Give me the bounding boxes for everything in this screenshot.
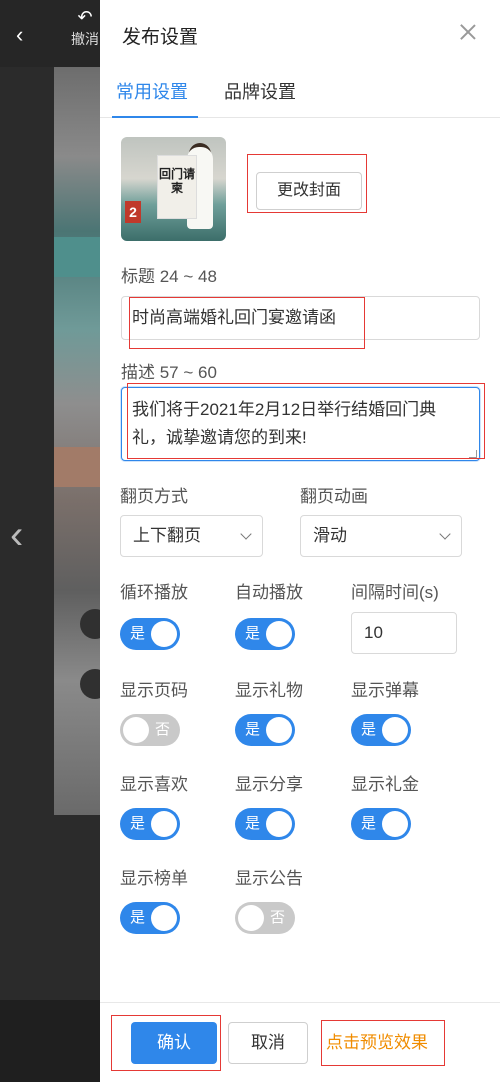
cash-gift-label: 显示礼金 (351, 775, 419, 794)
danmaku-toggle[interactable]: 是 (351, 714, 411, 746)
desc-field-label: 描述 57 ~ 60 (121, 363, 217, 382)
notice-label: 显示公告 (235, 869, 303, 888)
publish-settings-panel: 发布设置 常用设置 品牌设置 回门请柬 2 更改封面 标题 24 ~ 48 时尚… (100, 0, 500, 1082)
page-mode-label: 翻页方式 (120, 487, 188, 506)
gift-toggle[interactable]: 是 (235, 714, 295, 746)
interval-input[interactable]: 10 (351, 612, 457, 654)
close-icon[interactable] (456, 20, 480, 44)
confirm-button[interactable]: 确认 (131, 1022, 217, 1064)
share-label: 显示分享 (235, 775, 303, 794)
page-mode-value: 上下翻页 (133, 526, 201, 545)
ranking-label: 显示榜单 (120, 869, 188, 888)
page-anim-select[interactable]: 滑动 (300, 515, 462, 557)
editor-bottom-bar (0, 1000, 100, 1082)
cancel-button[interactable]: 取消 (228, 1022, 308, 1064)
cover-thumbnail-text: 回门请柬 (159, 167, 196, 195)
editor-canvas-preview (54, 67, 110, 815)
page-anim-label: 翻页动画 (300, 487, 368, 506)
active-tab-indicator (112, 116, 198, 118)
cash-gift-toggle[interactable]: 是 (351, 808, 411, 840)
description-text: 我们将于2021年2月12日举行结婚回门典礼，诚挚邀请您的到来! (132, 400, 437, 447)
title-input[interactable]: 时尚高端婚礼回门宴邀请函 (121, 296, 480, 340)
settings-tabs: 常用设置 品牌设置 (100, 66, 500, 118)
page-mode-select[interactable]: 上下翻页 (120, 515, 263, 557)
tab-common-settings[interactable]: 常用设置 (116, 78, 188, 104)
change-cover-button[interactable]: 更改封面 (256, 172, 362, 210)
cover-thumbnail: 回门请柬 2 (121, 137, 226, 241)
share-toggle[interactable]: 是 (235, 808, 295, 840)
danmaku-label: 显示弹幕 (351, 681, 419, 700)
preview-effect-link[interactable]: 点击预览效果 (326, 1028, 428, 1053)
gift-label: 显示礼物 (235, 681, 303, 700)
title-field-label: 标题 24 ~ 48 (121, 267, 217, 286)
cover-thumbnail-number: 2 (125, 201, 141, 223)
panel-title: 发布设置 (122, 27, 199, 48)
back-arrow-icon[interactable]: ‹ (16, 24, 23, 46)
like-toggle[interactable]: 是 (120, 808, 180, 840)
page-number-label: 显示页码 (120, 681, 188, 700)
loop-label: 循环播放 (120, 583, 188, 602)
prev-page-arrow-icon[interactable]: ‹ (10, 515, 23, 555)
notice-toggle[interactable]: 否 (235, 902, 295, 934)
page-number-toggle[interactable]: 否 (120, 714, 180, 746)
chevron-down-icon (240, 528, 252, 540)
autoplay-label: 自动播放 (235, 583, 303, 602)
interval-label: 间隔时间(s) (351, 583, 439, 602)
description-textarea[interactable]: 我们将于2021年2月12日举行结婚回门典礼，诚挚邀请您的到来! (121, 387, 480, 461)
tab-brand-settings[interactable]: 品牌设置 (224, 78, 296, 104)
like-label: 显示喜欢 (120, 775, 188, 794)
page-anim-value: 滑动 (313, 526, 347, 545)
loop-toggle[interactable]: 是 (120, 618, 180, 650)
ranking-toggle[interactable]: 是 (120, 902, 180, 934)
chevron-down-icon (439, 528, 451, 540)
panel-header: 发布设置 (100, 0, 500, 66)
resize-handle-icon[interactable] (469, 450, 477, 458)
autoplay-toggle[interactable]: 是 (235, 618, 295, 650)
